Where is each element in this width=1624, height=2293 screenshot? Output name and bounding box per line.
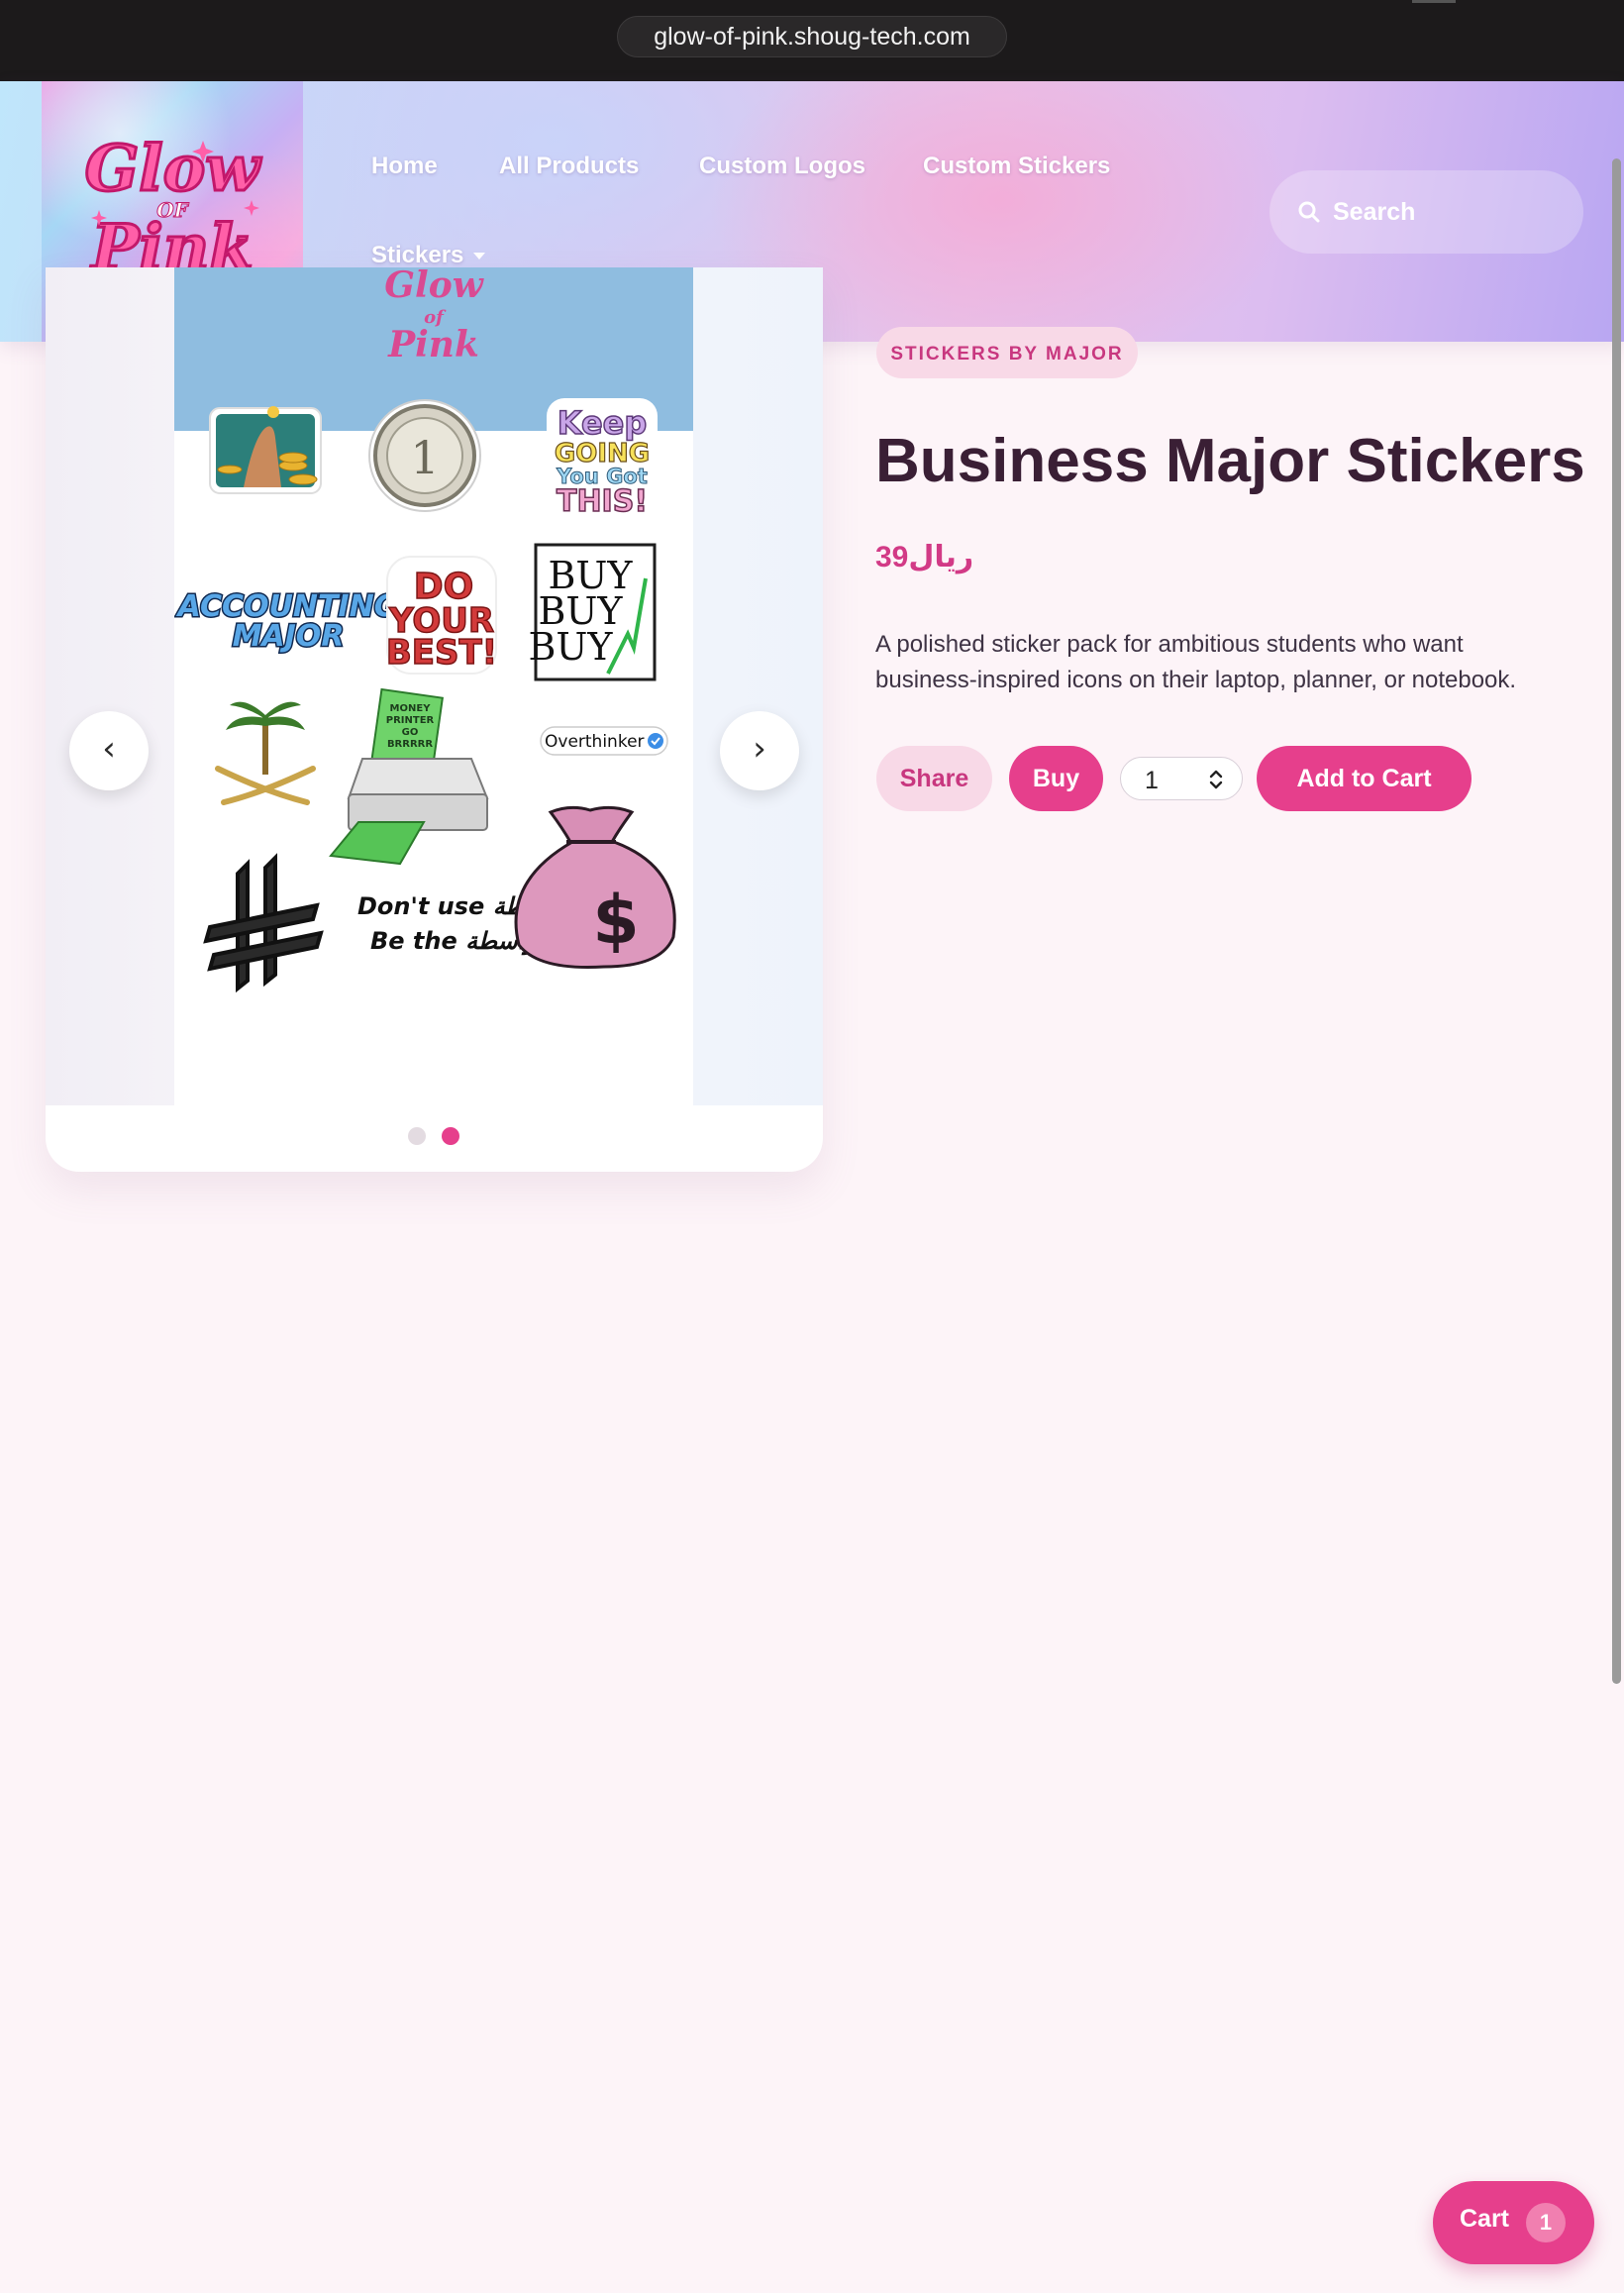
carousel-stage: Glow of Pink 1 Keep GOING You Got THIS! …	[46, 267, 823, 1105]
riyal-symbol-sticker	[203, 853, 324, 993]
svg-text:MAJOR: MAJOR	[233, 619, 345, 654]
product-price: 39ريال	[875, 541, 974, 573]
riyal-coin-sticker: 1	[368, 399, 481, 512]
sheet-logo-line-3: Pink	[387, 324, 479, 365]
buy-buy-buy-sticker: BUY BUY BUY	[528, 543, 657, 681]
cart-label: Cart	[1460, 2205, 1510, 2233]
browser-top-bar: glow-of-pink.shoug-tech.com	[0, 0, 1624, 81]
logo-line-1: Glow	[85, 132, 262, 206]
cart-count-badge: 1	[1526, 2203, 1566, 2242]
svg-text:Be the واسطة: Be the واسطة	[370, 927, 536, 956]
product-description: A polished sticker pack for ambitious st…	[875, 631, 1517, 693]
category-badge[interactable]: STICKERS BY MAJOR	[876, 327, 1138, 378]
buy-button[interactable]: Buy	[1009, 746, 1103, 811]
money-printer-sticker: MONEY PRINTER GO BRRRRR	[329, 687, 489, 866]
nav-custom-logos[interactable]: Custom Logos	[699, 153, 865, 180]
coin-value: 1	[410, 431, 439, 484]
nav-stickers-label: Stickers	[371, 242, 464, 268]
carousel-prev-button[interactable]: ‹	[69, 711, 149, 790]
quantity-value: 1	[1145, 767, 1159, 794]
carousel-dot-1[interactable]	[408, 1127, 426, 1145]
search-box[interactable]	[1269, 170, 1583, 254]
money-bag-sticker: $	[514, 805, 676, 969]
investing-sticker	[209, 406, 322, 494]
carousel-next-button[interactable]: ›	[720, 711, 799, 790]
stepper-arrows-icon[interactable]	[1208, 768, 1224, 791]
nav-custom-stickers[interactable]: Custom Stickers	[923, 153, 1110, 180]
quantity-stepper[interactable]: 1	[1120, 757, 1243, 800]
nav-all-products[interactable]: All Products	[499, 153, 639, 180]
saudi-emblem-sticker	[215, 701, 316, 805]
status-indicator	[1412, 0, 1456, 3]
search-icon	[1298, 201, 1320, 223]
svg-text:$: $	[592, 882, 639, 960]
nav-home[interactable]: Home	[371, 153, 438, 180]
svg-text:Overthinker: Overthinker	[545, 732, 645, 752]
product-title: Business Major Stickers	[875, 427, 1585, 495]
floating-cart-button[interactable]: Cart 1	[1433, 2181, 1594, 2264]
sticker-sheet-graphic: Glow of Pink 1 Keep GOING You Got THIS! …	[174, 267, 676, 993]
overthinker-sticker: Overthinker	[540, 726, 668, 756]
product-image-carousel: Glow of Pink 1 Keep GOING You Got THIS! …	[46, 267, 823, 1172]
nav-stickers-dropdown[interactable]: Stickers	[371, 242, 486, 269]
svg-text:BUY: BUY	[528, 625, 613, 669]
sheet-logo-line-1: Glow	[384, 267, 484, 306]
verified-check-icon	[648, 733, 663, 749]
carousel-dot-2-active[interactable]	[442, 1127, 459, 1145]
sticker-sheet-image: Glow of Pink 1 Keep GOING You Got THIS! …	[174, 267, 693, 1105]
chevron-down-icon	[473, 253, 486, 261]
svg-text:BEST!: BEST!	[386, 633, 497, 673]
svg-text:BRRRRR: BRRRRR	[387, 739, 433, 750]
accounting-major-sticker: ACCOUNTING MAJOR	[174, 588, 400, 656]
svg-text:THIS!: THIS!	[557, 484, 648, 519]
add-to-cart-button[interactable]: Add to Cart	[1257, 746, 1472, 811]
svg-text:MONEY: MONEY	[390, 703, 432, 714]
do-your-best-sticker: DO YOUR BEST!	[385, 556, 498, 675]
svg-text:Keep: Keep	[558, 404, 648, 442]
scrollbar-thumb[interactable]	[1612, 158, 1621, 1684]
url-pill[interactable]: glow-of-pink.shoug-tech.com	[617, 16, 1007, 57]
search-input[interactable]	[1333, 190, 1561, 234]
svg-text:PRINTER: PRINTER	[386, 715, 435, 726]
share-button[interactable]: Share	[876, 746, 992, 811]
keep-going-sticker: Keep GOING You Got THIS!	[547, 398, 658, 520]
svg-text:GO: GO	[402, 727, 419, 738]
